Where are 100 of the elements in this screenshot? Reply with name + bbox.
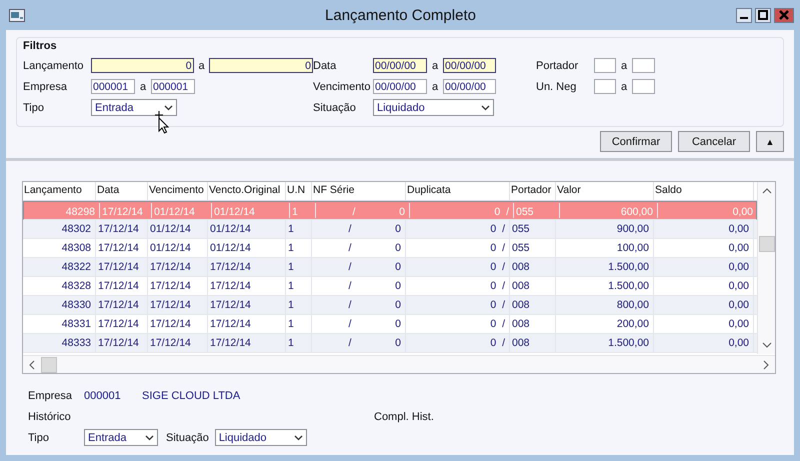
column-header[interactable]: U.N xyxy=(286,182,312,200)
input-field[interactable] xyxy=(632,79,655,94)
table-cell: 008 xyxy=(510,334,556,352)
dropdown[interactable]: Liquidado xyxy=(373,99,494,116)
scrollbar-thumb[interactable] xyxy=(41,356,57,372)
table-cell: 17/12/14 xyxy=(96,258,148,276)
table-cell: 01/12/14 xyxy=(208,220,286,238)
table-cell: 1 xyxy=(286,239,312,257)
column-header[interactable]: Portador xyxy=(510,182,556,200)
company-name: SIGE CLOUD LTDA xyxy=(142,390,240,402)
table-cell: 0 / xyxy=(406,296,510,314)
field-label: Lançamento xyxy=(23,60,85,72)
range-separator: a xyxy=(430,80,440,92)
table-cell: 17/12/14 xyxy=(96,239,148,257)
input-field[interactable] xyxy=(632,58,655,73)
filters-title: Filtros xyxy=(23,40,58,52)
table-cell: / 0 xyxy=(312,334,406,352)
scroll-down-icon[interactable] xyxy=(760,340,772,350)
table-cell: 0 / xyxy=(406,220,510,238)
table-row[interactable]: 48322 17/12/14 17/12/14 17/12/14 1 / 0 0 / 008 1.500,00 0,00 xyxy=(23,258,757,277)
column-header[interactable]: Saldo xyxy=(654,182,754,200)
input-field[interactable] xyxy=(594,58,616,73)
table-cell: 0,00 xyxy=(654,296,754,314)
minimize-button[interactable] xyxy=(736,8,752,22)
table-cell: 1.500,00 xyxy=(556,277,654,295)
table-cell: 48333 xyxy=(23,334,96,352)
table-cell: 17/12/14 xyxy=(208,315,286,333)
table-cell: 900,00 xyxy=(556,220,654,238)
action-button[interactable]: Cancelar xyxy=(678,131,750,152)
input-field[interactable]: 000001 xyxy=(151,79,195,94)
field-label: Tipo xyxy=(28,432,50,444)
table-cell: 055 xyxy=(510,239,556,257)
scroll-right-icon[interactable] xyxy=(761,358,771,370)
table-row[interactable]: 48331 17/12/14 17/12/14 17/12/14 1 / 0 0 / 008 200,00 0,00 xyxy=(23,315,757,334)
collapse-button[interactable]: ▲ xyxy=(756,131,784,152)
table-cell: 1 xyxy=(286,296,312,314)
chevron-down-icon xyxy=(164,104,173,110)
table-cell: 17/12/14 xyxy=(148,258,208,276)
column-header[interactable]: Duplicata xyxy=(406,182,510,200)
table-cell: 17/12/14 xyxy=(148,277,208,295)
table-cell: / 0 xyxy=(312,296,406,314)
table-cell: 17/12/14 xyxy=(96,296,148,314)
input-field[interactable] xyxy=(594,79,616,94)
input-field[interactable]: 00/00/00 xyxy=(443,58,496,73)
table-cell: 0,00 xyxy=(654,239,754,257)
scroll-up-icon[interactable] xyxy=(760,186,772,196)
table-cell: 01/12/14 xyxy=(148,239,208,257)
table-cell: / 0 xyxy=(316,203,410,218)
table-cell: 17/12/14 xyxy=(208,277,286,295)
table-cell: 100,00 xyxy=(556,239,654,257)
column-header[interactable]: Lançamento xyxy=(23,182,96,200)
table-cell: 0 / xyxy=(406,239,510,257)
table-cell: 17/12/14 xyxy=(148,334,208,352)
table-row[interactable]: 48308 17/12/14 01/12/14 01/12/14 1 / 0 0 / 055 100,00 0,00 xyxy=(23,239,757,258)
table-cell: 17/12/14 xyxy=(208,334,286,352)
action-button[interactable]: Confirmar xyxy=(600,131,672,152)
field-label: Tipo xyxy=(23,102,45,114)
column-header[interactable]: Data xyxy=(96,182,148,200)
maximize-button[interactable] xyxy=(755,8,771,22)
column-header[interactable]: Valor xyxy=(556,182,654,200)
dropdown[interactable]: Entrada xyxy=(91,99,177,116)
input-field[interactable]: 00/00/00 xyxy=(443,79,496,94)
table-cell: 1 xyxy=(286,315,312,333)
table-cell: 17/12/14 xyxy=(100,203,152,218)
table-cell: 1 xyxy=(290,203,316,218)
table-cell: 48328 xyxy=(23,277,96,295)
chevron-down-icon xyxy=(294,434,303,440)
table-cell: 48302 xyxy=(23,220,96,238)
column-header[interactable]: Vencto.Original xyxy=(208,182,286,200)
input-field[interactable]: 00/00/00 xyxy=(373,79,427,94)
table-cell: 01/12/14 xyxy=(148,220,208,238)
input-field[interactable]: 000001 xyxy=(91,79,135,94)
table-row[interactable]: 48302 17/12/14 01/12/14 01/12/14 1 / 0 0 / 055 900,00 0,00 xyxy=(23,220,757,239)
table-cell: 008 xyxy=(510,315,556,333)
table-row[interactable]: 48330 17/12/14 17/12/14 17/12/14 1 / 0 0 / 008 800,00 0,00 xyxy=(23,296,757,315)
table-cell: / 0 xyxy=(312,239,406,257)
input-field[interactable]: 00/00/00 xyxy=(373,58,427,73)
column-header[interactable]: Vencimento xyxy=(148,182,208,200)
scrollbar-thumb[interactable] xyxy=(758,236,774,252)
close-button[interactable] xyxy=(774,8,794,22)
input-field[interactable]: 0 xyxy=(209,58,314,73)
range-separator: a xyxy=(620,80,628,92)
table-cell: 48322 xyxy=(23,258,96,276)
table-row[interactable]: 48333 17/12/14 17/12/14 17/12/14 1 / 0 0 / 008 1.500,00 0,00 xyxy=(23,334,757,353)
field-label: Empresa xyxy=(23,80,68,92)
table-cell: 0 / xyxy=(406,258,510,276)
table-cell: 200,00 xyxy=(556,315,654,333)
column-header[interactable]: NF Série xyxy=(312,182,406,200)
field-label: Data xyxy=(313,60,338,72)
input-field[interactable]: 0 xyxy=(91,58,194,73)
dropdown[interactable]: Entrada xyxy=(84,429,158,446)
field-label: Vencimento xyxy=(313,80,372,92)
dropdown[interactable]: Liquidado xyxy=(214,429,307,446)
chevron-down-icon xyxy=(481,104,490,110)
table-cell: 17/12/14 xyxy=(96,220,148,238)
table-cell: 0,00 xyxy=(654,315,754,333)
field-label: Compl. Hist. xyxy=(374,410,434,422)
table-row[interactable]: 48328 17/12/14 17/12/14 17/12/14 1 / 0 0 / 008 1.500,00 0,00 xyxy=(23,277,757,296)
table-cell: 17/12/14 xyxy=(208,296,286,314)
scroll-left-icon[interactable] xyxy=(27,358,37,370)
